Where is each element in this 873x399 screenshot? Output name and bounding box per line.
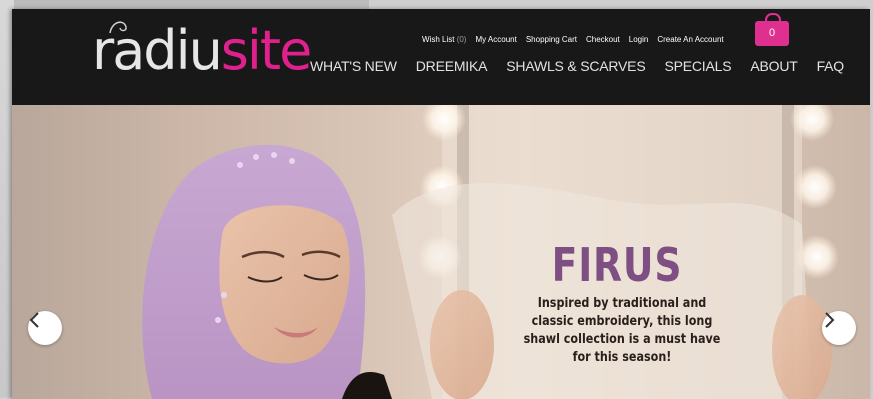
nav-dreemika[interactable]: DREEMIKA xyxy=(416,58,488,74)
hero-slider: FIRUS Inspired by traditional and classi… xyxy=(12,105,870,399)
chevron-left-icon xyxy=(29,312,39,328)
slider-prev-button[interactable] xyxy=(28,311,62,345)
my-account-link[interactable]: My Account xyxy=(475,35,516,44)
hero-title: FIRUS xyxy=(551,238,683,292)
nav-faq[interactable]: FAQ xyxy=(817,58,845,74)
cart-count: 0 xyxy=(768,27,776,39)
utility-nav: Wish List (0) My Account Shopping Cart C… xyxy=(422,35,724,44)
hero-description: Inspired by traditional and classic embr… xyxy=(523,296,721,365)
nav-shawls-scarves[interactable]: SHAWLS & SCARVES xyxy=(506,58,645,74)
site-header: radiusite Wish List (0) My Account Shopp… xyxy=(12,9,870,105)
shopping-bag-icon xyxy=(765,13,781,25)
wish-list-link[interactable]: Wish List (0) xyxy=(422,35,466,44)
login-link[interactable]: Login xyxy=(629,35,649,44)
logo-part-b: site xyxy=(220,19,313,82)
slider-next-button[interactable] xyxy=(822,311,856,345)
site-logo[interactable]: radiusite xyxy=(92,17,312,87)
site-frame: radiusite Wish List (0) My Account Shopp… xyxy=(12,9,870,399)
nav-specials[interactable]: SPECIALS xyxy=(664,58,731,74)
nav-whats-new[interactable]: WHAT'S NEW xyxy=(310,58,397,74)
chevron-right-icon xyxy=(825,312,835,328)
shopping-cart-link[interactable]: Shopping Cart xyxy=(526,35,577,44)
main-nav: WHAT'S NEW DREEMIKA SHAWLS & SCARVES SPE… xyxy=(310,58,844,74)
nav-about[interactable]: ABOUT xyxy=(750,58,797,74)
wish-list-label: Wish List xyxy=(422,35,455,44)
logo-part-a: radiu xyxy=(92,19,223,82)
hero-image xyxy=(142,105,839,399)
wish-list-count: (0) xyxy=(456,35,467,44)
logo-wordmark: radiusite xyxy=(92,19,313,82)
mirror-bulb xyxy=(793,165,837,209)
cart-button[interactable]: 0 xyxy=(755,13,789,46)
create-account-link[interactable]: Create An Account xyxy=(657,35,723,44)
checkout-link[interactable]: Checkout xyxy=(586,35,620,44)
page-background-top xyxy=(14,0,369,9)
